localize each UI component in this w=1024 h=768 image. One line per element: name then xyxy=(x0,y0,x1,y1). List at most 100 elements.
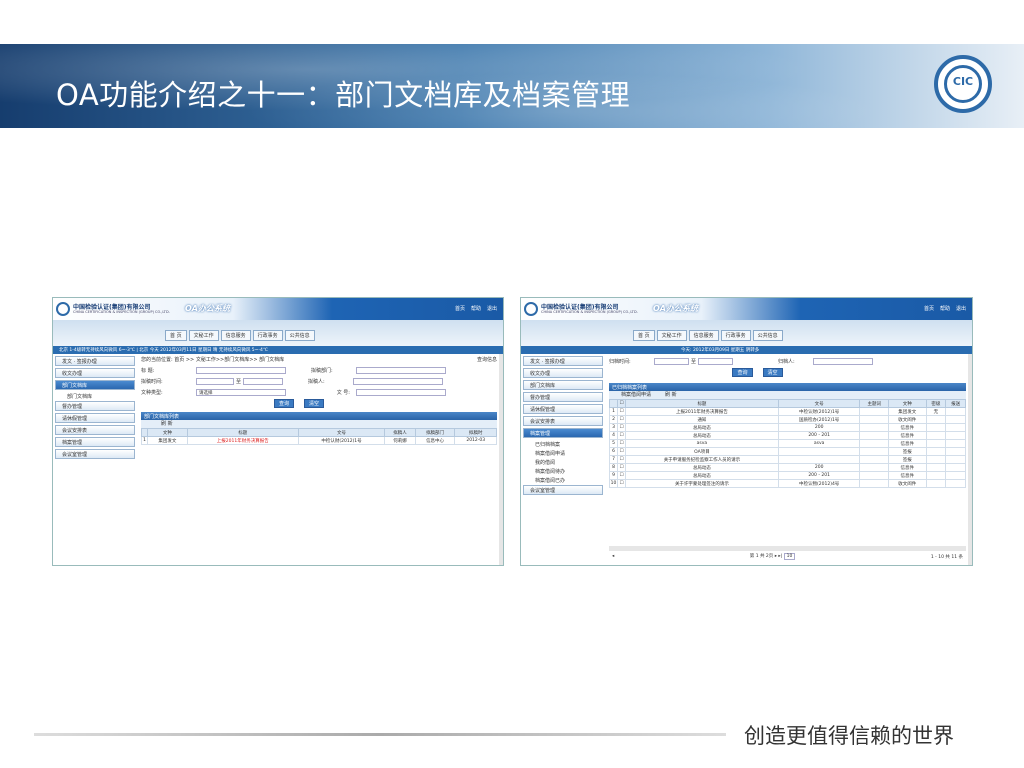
sidebar-subitem[interactable]: 我的借阅 xyxy=(523,458,603,467)
sidebar-item[interactable]: 会议室管理 xyxy=(523,485,603,495)
cell-title[interactable]: OA项目 xyxy=(625,447,779,456)
sidebar-item[interactable]: 收文办理 xyxy=(55,368,135,378)
tab-admin[interactable]: 行政事务 xyxy=(252,330,283,341)
cell-title[interactable]: 总局动态 xyxy=(625,463,779,472)
row-checkbox[interactable]: ☐ xyxy=(617,407,626,416)
sidebar-item[interactable]: 会议室管理 xyxy=(55,449,135,459)
logout-button[interactable]: 退出 xyxy=(487,305,497,312)
sidebar-item[interactable]: 督办管理 xyxy=(55,401,135,411)
row-checkbox[interactable]: ☐ xyxy=(617,463,626,472)
row-checkbox[interactable]: ☐ xyxy=(617,455,626,464)
search-button[interactable]: 查询 xyxy=(732,368,753,377)
row-checkbox[interactable]: ☐ xyxy=(617,431,626,440)
number-input[interactable] xyxy=(356,389,446,396)
date-from-input[interactable] xyxy=(196,378,234,385)
sidebar-subitem[interactable]: 已归档档案 xyxy=(523,440,603,449)
sidebar-item[interactable]: 部门文档库 xyxy=(523,380,603,390)
row-checkbox[interactable]: ☐ xyxy=(617,415,626,424)
tab-info[interactable]: 信息服务 xyxy=(220,330,251,341)
tab-info[interactable]: 信息服务 xyxy=(688,330,719,341)
sidebar-item[interactable]: 档案管理 xyxy=(55,437,135,447)
col-header[interactable]: 拟稿时 xyxy=(454,428,497,437)
tab-secretary[interactable]: 文秘工作 xyxy=(656,330,687,341)
row-checkbox[interactable]: ☐ xyxy=(617,471,626,480)
title-input[interactable] xyxy=(196,367,286,374)
table-row[interactable]: 6 ☐ OA项目 签报 xyxy=(609,447,966,456)
cell-title[interactable]: 总局动态 xyxy=(625,423,779,432)
tab-public[interactable]: 公共信息 xyxy=(752,330,783,341)
home-button[interactable]: 首页 xyxy=(455,305,465,312)
col-header[interactable]: 标题 xyxy=(186,428,299,437)
home-button[interactable]: 首页 xyxy=(924,305,934,312)
cell-title[interactable]: 通知 xyxy=(625,415,779,424)
sidebar-subitem[interactable]: 档案借阅待办 xyxy=(523,467,603,476)
sidebar-item[interactable]: 请休假管理 xyxy=(55,413,135,423)
cell-title[interactable]: asva xyxy=(625,439,779,448)
table-row[interactable]: 3 ☐ 总局动态 200 信息件 xyxy=(609,423,966,432)
cell-title[interactable]: 总局动态 xyxy=(625,431,779,440)
page-indicator[interactable]: 第 1 共 2页 xyxy=(750,554,774,559)
col-header[interactable]: 密级 xyxy=(925,399,947,408)
query-info-toggle[interactable]: 查询信息 xyxy=(477,356,497,365)
sidebar-item[interactable]: 会议安排表 xyxy=(523,416,603,426)
col-header[interactable]: 文种 xyxy=(147,428,188,437)
tab-public[interactable]: 公共信息 xyxy=(284,330,315,341)
select-all-checkbox[interactable]: ☐ xyxy=(617,399,626,408)
help-button[interactable]: 帮助 xyxy=(471,305,481,312)
col-header[interactable]: 文号 xyxy=(777,399,861,408)
sidebar-subitem[interactable]: 部门文档库 xyxy=(55,392,135,401)
vertical-scrollbar[interactable] xyxy=(499,354,503,565)
cell-title[interactable]: 关于许宇蒙处理签注的请示 xyxy=(625,479,779,488)
refresh-button[interactable]: 刷 新 xyxy=(141,420,497,428)
sidebar-item[interactable]: 督办管理 xyxy=(523,392,603,402)
tab-home[interactable]: 首 页 xyxy=(165,330,187,341)
sidebar-item[interactable]: 请休假管理 xyxy=(523,404,603,414)
vertical-scrollbar[interactable] xyxy=(968,354,972,565)
col-header[interactable]: 主题词 xyxy=(859,399,890,408)
tab-admin[interactable]: 行政事务 xyxy=(720,330,751,341)
table-row[interactable]: 8 ☐ 总局动态 200 信息件 xyxy=(609,463,966,472)
tab-secretary[interactable]: 文秘工作 xyxy=(188,330,219,341)
row-checkbox[interactable]: ☐ xyxy=(617,479,626,488)
sidebar-item[interactable]: 部门文档库 xyxy=(55,380,135,390)
date-from-input[interactable] xyxy=(654,358,689,365)
col-header[interactable]: 文种 xyxy=(888,399,927,408)
horizontal-scrollbar[interactable] xyxy=(609,546,966,551)
sidebar-item[interactable]: 发文 · 签报办理 xyxy=(523,356,603,366)
col-header[interactable]: 文号 xyxy=(297,428,386,437)
type-select[interactable]: 请选择 xyxy=(196,389,286,396)
sidebar-item[interactable]: 会议安排表 xyxy=(55,425,135,435)
tab-home[interactable]: 首 页 xyxy=(633,330,655,341)
logout-button[interactable]: 退出 xyxy=(956,305,966,312)
col-header[interactable]: 拟稿人 xyxy=(384,428,416,437)
cell-title-link[interactable]: 上报2011年财务决算报告 xyxy=(186,436,299,445)
pager-prev-icon[interactable]: ◂ xyxy=(612,554,614,559)
refresh-button[interactable]: 刷 新 xyxy=(665,391,677,399)
table-row[interactable]: 10 ☐ 关于许宇蒙处理签注的请示 中检认物(2012)4号 收文阅件 xyxy=(609,479,966,488)
sidebar-item[interactable]: 收文办理 xyxy=(523,368,603,378)
date-to-input[interactable] xyxy=(243,378,284,385)
cell-title[interactable]: 上报2011年财务决算报告 xyxy=(625,407,779,416)
search-button[interactable]: 查询 xyxy=(273,399,294,408)
table-row[interactable]: 4 ☐ 总局动态 200 - 201 信息件 xyxy=(609,431,966,440)
cell-title[interactable]: 关于申请服务纪检监察工作人员的请示 xyxy=(625,455,779,464)
row-checkbox[interactable]: ☐ xyxy=(617,439,626,448)
row-checkbox[interactable]: ☐ xyxy=(617,423,626,432)
row-checkbox[interactable]: ☐ xyxy=(617,447,626,456)
clear-button[interactable]: 清空 xyxy=(304,399,325,408)
clear-button[interactable]: 清空 xyxy=(762,368,783,377)
sidebar-item[interactable]: 发文 · 签报办理 xyxy=(55,356,135,366)
page-size-select[interactable]: 10 xyxy=(783,553,796,560)
sidebar-subitem[interactable]: 档案借阅申请 xyxy=(523,449,603,458)
col-header[interactable]: 标题 xyxy=(625,399,779,408)
sidebar-item[interactable]: 档案管理 xyxy=(523,428,603,438)
col-header[interactable]: 拟稿部门 xyxy=(414,428,456,437)
table-row[interactable]: 7 ☐ 关于申请服务纪检监察工作人员的请示 签报 xyxy=(609,455,966,464)
table-row[interactable]: 2 ☐ 通知 国质检办(2012)1号 收文阅件 xyxy=(609,415,966,424)
borrow-request-button[interactable]: 档案借阅申请 xyxy=(621,391,651,399)
table-row[interactable]: 1 ☐ 上报2011年财务决算报告 中检认财(2012)1号 集团发文无 xyxy=(609,407,966,416)
table-row[interactable]: 9 ☐ 总局动态 200 - 201 信息件 xyxy=(609,471,966,480)
cell-title[interactable]: 总局动态 xyxy=(625,471,779,480)
help-button[interactable]: 帮助 xyxy=(940,305,950,312)
date-to-input[interactable] xyxy=(698,358,734,365)
